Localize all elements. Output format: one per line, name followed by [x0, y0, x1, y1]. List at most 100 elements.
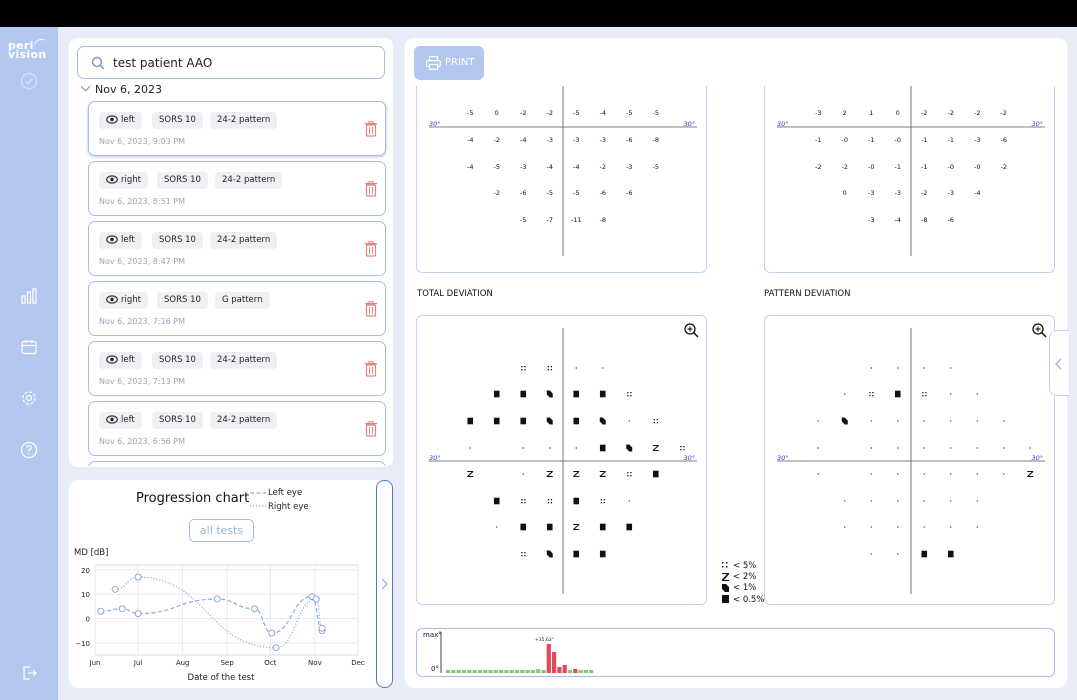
pattern-deviation-label: PATTERN DEVIATION — [764, 289, 851, 299]
collapse-panel-button[interactable] — [376, 480, 393, 688]
threshold-value: -2 — [815, 163, 821, 171]
p05-symbol — [493, 417, 500, 425]
logout-icon[interactable] — [20, 664, 38, 682]
trash-icon[interactable] — [364, 361, 378, 377]
threshold-value: -6 — [626, 189, 632, 197]
probability-key-symbols — [722, 562, 729, 603]
logo-arc-icon — [32, 36, 50, 54]
axis-label-left: 30° — [429, 120, 441, 128]
p2-symbol — [573, 471, 580, 477]
search-input[interactable]: test patient AAO — [77, 46, 385, 79]
p5-dot — [656, 422, 659, 424]
x-tick-label: Nov — [308, 659, 322, 667]
test-card[interactable]: right SORS 10 24-2 pattern Nov 6, 2023, … — [88, 161, 386, 216]
normal-point — [870, 447, 872, 449]
trash-icon[interactable] — [364, 421, 378, 437]
test-card-partial[interactable] — [88, 461, 386, 466]
p5-dot — [521, 369, 523, 371]
side-drawer-tab[interactable] — [1049, 330, 1069, 396]
total-deviation-plot: 30° 30° — [416, 315, 707, 605]
normal-point — [817, 420, 819, 422]
p5-dot — [869, 392, 871, 394]
normal-point — [496, 526, 498, 528]
p5-dot — [547, 502, 550, 504]
p5-dot — [521, 552, 523, 554]
bar-chart-icon[interactable] — [20, 287, 38, 305]
axis-label-left: 30° — [777, 454, 789, 462]
threshold-value: -5 — [653, 109, 659, 117]
p2-symbol — [1027, 471, 1034, 477]
axis-label-right: 30° — [683, 454, 695, 462]
p05-symbol — [947, 550, 954, 558]
program-chip: SORS 10 — [152, 412, 203, 429]
p05-symbol — [599, 550, 606, 558]
histogram-bar — [477, 670, 482, 673]
pattern-chip: 24-2 pattern — [210, 352, 278, 369]
print-button[interactable]: PRINT — [414, 46, 484, 80]
program-chip: SORS 10 — [157, 172, 208, 189]
key-1-percent: < 1% — [733, 583, 757, 593]
normal-point — [628, 500, 630, 502]
eye-icon — [106, 235, 118, 244]
search-icon — [91, 56, 105, 70]
data-point — [213, 595, 221, 603]
trash-icon[interactable] — [364, 301, 378, 317]
normal-point — [870, 553, 872, 555]
histogram-bar — [578, 670, 583, 673]
check-circle-icon[interactable] — [20, 72, 38, 90]
normal-point — [602, 367, 604, 369]
axis-label-right: 30° — [683, 120, 695, 128]
threshold-value: -3 — [520, 163, 526, 171]
p05-symbol — [599, 390, 606, 398]
p5-dot — [680, 446, 682, 448]
p5-dot — [872, 395, 874, 397]
threshold-value: -2 — [547, 109, 553, 117]
pattern-chip: 24-2 pattern — [210, 412, 278, 429]
sidebar: peri vision — [0, 27, 58, 700]
threshold-value: -1 — [868, 136, 874, 144]
p05-symbol — [520, 523, 527, 531]
test-card[interactable]: left SORS 10 24-2 pattern Nov 6, 2023, 8… — [88, 221, 386, 276]
p05-symbol — [921, 550, 928, 558]
threshold-value: -8 — [653, 136, 659, 144]
p5-dot — [550, 369, 553, 371]
normal-point — [1003, 447, 1005, 449]
histogram-bar — [499, 670, 504, 673]
legend-right-eye: Right eye — [268, 502, 309, 512]
p05-symbol — [599, 523, 606, 531]
calendar-icon[interactable] — [20, 338, 38, 356]
threshold-value: -4 — [974, 189, 980, 197]
threshold-value: -0 — [948, 163, 954, 171]
threshold-value: -3 — [815, 109, 821, 117]
p5-dot — [550, 366, 553, 368]
normal-point — [976, 393, 978, 395]
normal-point — [950, 473, 952, 475]
help-icon[interactable] — [20, 441, 38, 459]
test-card[interactable]: left SORS 10 24-2 pattern Nov 6, 2023, 9… — [88, 101, 386, 156]
gear-icon[interactable] — [20, 389, 38, 407]
axis-label-left: 30° — [777, 120, 789, 128]
test-card[interactable]: left SORS 10 24-2 pattern Nov 6, 2023, 7… — [88, 341, 386, 396]
histogram-bar — [573, 669, 578, 673]
p5-dot — [872, 392, 874, 394]
p05-symbol — [573, 417, 580, 425]
threshold-value: -2 — [921, 189, 927, 197]
p5-dot — [869, 395, 871, 397]
all-tests-button[interactable]: all tests — [189, 519, 254, 542]
threshold-value: -1 — [948, 136, 954, 144]
p2-symbol — [573, 524, 580, 530]
trash-icon[interactable] — [364, 241, 378, 257]
zoom-in-icon[interactable] — [684, 323, 699, 338]
threshold-value: -2 — [520, 109, 526, 117]
trash-icon[interactable] — [364, 121, 378, 137]
eye-icon — [106, 295, 118, 304]
zoom-in-icon[interactable] — [1032, 323, 1047, 338]
threshold-value: -2 — [842, 163, 848, 171]
p5-dot — [603, 499, 606, 501]
trash-icon[interactable] — [364, 181, 378, 197]
data-point — [134, 610, 142, 618]
test-card[interactable]: left SORS 10 24-2 pattern Nov 6, 2023, 6… — [88, 401, 386, 456]
normal-point — [870, 473, 872, 475]
test-card[interactable]: right SORS 10 G pattern Nov 6, 2023, 7:1… — [88, 281, 386, 336]
date-group-header[interactable]: Nov 6, 2023 — [80, 81, 162, 96]
